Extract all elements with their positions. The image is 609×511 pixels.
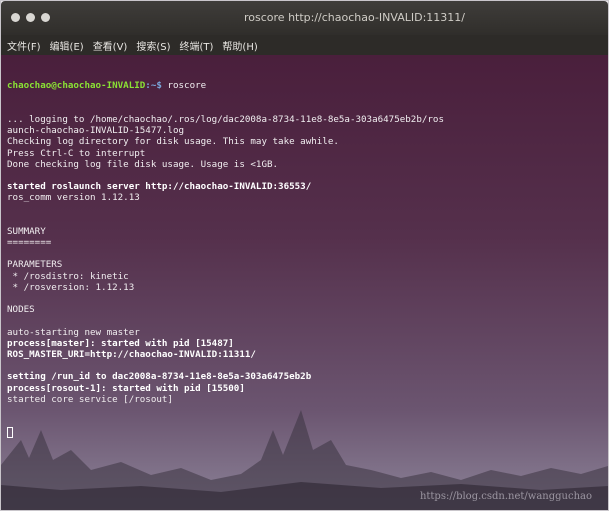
terminal-output: chaochao@chaochao-INVALID:~$ roscore ...… (7, 58, 607, 461)
prompt-path: :~$ (145, 80, 162, 92)
menu-edit[interactable]: 编辑(E) (50, 38, 84, 53)
output-line: SUMMARY (7, 225, 46, 237)
menu-bar: 文件(F) 编辑(E) 查看(V) 搜索(S) 终端(T) 帮助(H) (1, 35, 608, 55)
prompt-user: chaochao@chaochao-INVALID (7, 80, 146, 92)
output-line: * /rosdistro: kinetic (7, 270, 129, 282)
output-line: Press Ctrl-C to interrupt (7, 147, 146, 159)
terminal-area[interactable]: chaochao@chaochao-INVALID:~$ roscore ...… (1, 55, 608, 510)
output-line: setting /run_id to dac2008a-8734-11e8-8e… (7, 371, 312, 383)
output-line: PARAMETERS (7, 259, 63, 271)
menu-search[interactable]: 搜索(S) (136, 38, 170, 53)
menu-terminal[interactable]: 终端(T) (180, 38, 214, 53)
output-line: process[master]: started with pid [15487… (7, 337, 234, 349)
output-line: auto-starting new master (7, 326, 140, 338)
output-line: * /rosversion: 1.12.13 (7, 281, 135, 293)
command-text: roscore (161, 80, 207, 92)
window-title: roscore http://chaochao-INVALID:11311/ (244, 11, 465, 24)
output-line: ROS_MASTER_URI=http://chaochao-INVALID:1… (7, 348, 256, 360)
prompt-line: chaochao@chaochao-INVALID:~$ roscore (7, 80, 607, 91)
output-line: started core service [/rosout] (7, 393, 173, 405)
output-line: process[rosout-1]: started with pid [155… (7, 382, 245, 394)
cursor-line (7, 427, 607, 439)
output-line: Checking log directory for disk usage. T… (7, 136, 339, 148)
menu-help[interactable]: 帮助(H) (222, 38, 257, 53)
output-line: Done checking log file disk usage. Usage… (7, 158, 279, 170)
output-line: NODES (7, 304, 35, 316)
output-line: started roslaunch server http://chaochao… (7, 181, 312, 193)
output-line: ... logging to /home/chaochao/.ros/log/d… (7, 114, 444, 125)
menu-file[interactable]: 文件(F) (7, 38, 41, 53)
menu-view[interactable]: 查看(V) (93, 38, 128, 53)
output-line: aunch-chaochao-INVALID-15477.log (7, 125, 185, 137)
title-bar[interactable]: roscore http://chaochao-INVALID:11311/ (1, 1, 608, 35)
output-line: ros_comm version 1.12.13 (7, 192, 140, 204)
terminal-window: roscore http://chaochao-INVALID:11311/ 文… (0, 0, 609, 511)
watermark: https://blog.csdn.net/wangguchao (419, 491, 592, 502)
output-line: ======== (7, 237, 52, 249)
text-cursor (7, 427, 13, 439)
